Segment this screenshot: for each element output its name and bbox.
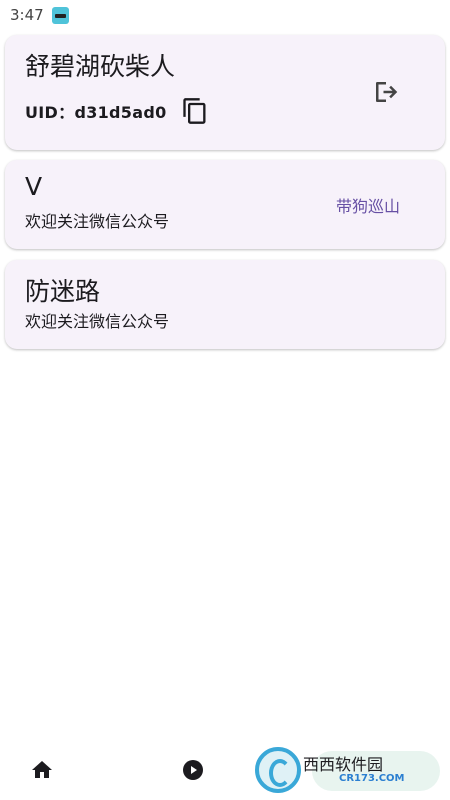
card-title: 防迷路 (25, 277, 101, 306)
watermark-text: 西西软件园 CR173.COM (303, 754, 405, 784)
user-name: 舒碧湖砍柴人 (25, 52, 176, 81)
card-subtitle: 欢迎关注微信公众号 (25, 212, 170, 231)
uid-row: UID：d31d5ad0 (25, 95, 209, 127)
dog-patrol-button[interactable]: 带狗巡山 (336, 193, 400, 217)
watermark-domain: CR173.COM (339, 772, 405, 784)
watermark-logo-icon (255, 747, 301, 793)
status-bar: 3:47 (0, 0, 450, 30)
uid-text: UID：d31d5ad0 (25, 99, 167, 123)
sunglasses-app-icon (51, 6, 69, 24)
dog-patrol-card[interactable]: V 欢迎关注微信公众号 带狗巡山 (5, 160, 445, 249)
logout-icon[interactable] (371, 77, 401, 107)
user-card: 舒碧湖砍柴人 UID：d31d5ad0 (5, 35, 445, 150)
bottom-nav: 西西软件园 CR173.COM (0, 740, 450, 800)
card-subtitle: 欢迎关注微信公众号 (25, 312, 170, 331)
watermark: 西西软件园 CR173.COM (255, 746, 430, 794)
home-icon[interactable] (30, 758, 54, 782)
copy-icon[interactable] (181, 95, 209, 127)
play-icon[interactable] (181, 758, 205, 782)
uid-label: UID： (25, 103, 75, 122)
card-title: V (25, 172, 43, 201)
watermark-logo-text: 西西软件园 (303, 754, 384, 774)
uid-value: d31d5ad0 (74, 103, 167, 122)
anti-lost-card[interactable]: 防迷路 欢迎关注微信公众号 (5, 260, 445, 349)
status-time: 3:47 (10, 6, 44, 24)
